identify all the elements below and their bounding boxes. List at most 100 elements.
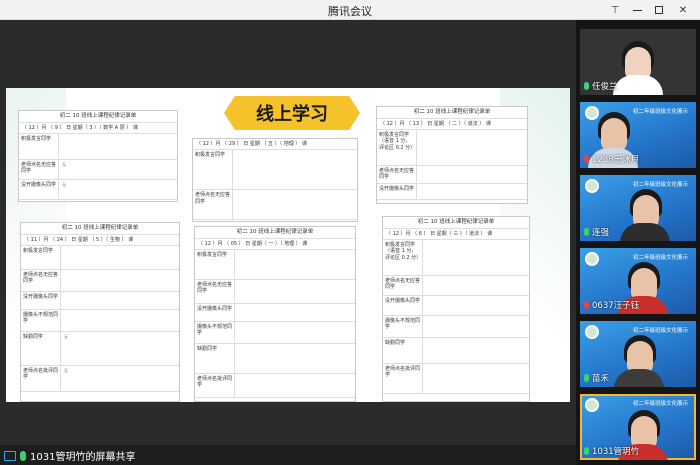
minimize-icon <box>632 9 642 11</box>
microphone-muted-icon <box>584 301 589 309</box>
form-row: 老师点名无应答同学 <box>193 190 357 221</box>
form-row-label: 积极发言同学（语音 1 分，评论区 0.2 分） <box>383 240 423 276</box>
form-row-label: 老师点名无应答同学 <box>21 270 61 292</box>
form-row-label: 老师点名无应答同学 <box>377 166 417 184</box>
form-row-label: 老师点名批评同学 <box>21 366 61 392</box>
form-row: 积极发言同学 <box>19 134 177 161</box>
form-row-label: 积极发言同学 <box>195 250 235 280</box>
maximize-button[interactable] <box>648 0 670 20</box>
form-row: 老师点名无应答同学 <box>195 280 355 305</box>
form-header: （ 11 ）月 （ 24 ） 日 星期 （ 5 ）（ 生物 ） 课 <box>21 235 179 247</box>
form-row-value <box>235 304 355 321</box>
form-row-value <box>423 296 529 315</box>
form-row: 缺勤同学无 <box>21 332 179 367</box>
participant-name: 0637汪子钰 <box>584 299 639 311</box>
form-row-value: 无 <box>62 162 66 168</box>
form-row: 没开摄像头同学无 <box>19 180 177 201</box>
screen-share-indicator[interactable]: 1031管玥竹的屏幕共享 <box>4 448 135 463</box>
form-row-label: 摄像头不规范同学 <box>21 310 61 332</box>
form-row-value <box>61 246 179 269</box>
microphone-icon <box>584 374 589 382</box>
form-row-label: 没开摄像头同学 <box>383 296 423 316</box>
form-row: 摄像头不规范同学 <box>21 310 179 333</box>
form-header: （ 12 ）月 （ 13 ） 日 星期 （ 二 ）（ 道法 ） 课 <box>377 119 527 131</box>
form-row-label: 积极发言同学 <box>193 150 233 190</box>
form-row: 缺勤同学 <box>383 338 529 365</box>
microphone-icon <box>584 447 589 455</box>
form-row: 没开摄像头同学 <box>21 292 179 311</box>
form-row-label: 没开摄像头同学 <box>377 184 417 200</box>
form-row-value: 无 <box>62 182 66 188</box>
screen-share-label: 1031管玥竹的屏幕共享 <box>30 452 136 463</box>
form-row: 积极发言同学 <box>195 250 355 281</box>
form-row: 积极发言同学 <box>21 246 179 271</box>
form-header: （ 12 ）月 （ 29 ） 日 星期 （ 五 ）（ 地理 ） 课 <box>193 139 357 151</box>
form-row: 老师点名批评同学 <box>195 374 355 399</box>
form-row: 缺勤同学 <box>195 344 355 375</box>
form-row-value <box>233 190 357 219</box>
form-title: 初二 10 班线上课程纪律记录单 <box>21 223 179 235</box>
form-row-label: 没开摄像头同学 <box>19 180 59 200</box>
participant-tile[interactable]: 初二年级班级文化展示 1238王沐月 <box>580 102 696 168</box>
participant-tile[interactable]: 初二年级班级文化展示 0637汪子钰 <box>580 248 696 314</box>
window-title: 腾讯会议 <box>328 5 372 18</box>
form-row-value <box>59 134 177 159</box>
avatar <box>620 223 670 241</box>
avatar <box>601 118 627 152</box>
form-header: （ 12 ）月 （ 9 ） 日 星期（ 3 ）（ 数学 A 层 ） 课 <box>19 123 177 135</box>
form-row: 老师点名批评同学无 <box>21 366 179 393</box>
form-row-value <box>423 276 529 295</box>
form-title: 初二 10 班线上课程纪律记录单 <box>195 227 355 239</box>
form-header: （ 12 ）月 （ 05 ） 日 星期（ 一 ）（ 地理 ） 课 <box>195 239 355 251</box>
participant-gallery: 任俊兰 初二年级班级文化展示 1238王沐月 初二年级班级文化展示 连强 初二年… <box>576 20 700 465</box>
form-row: 没开摄像头同学 <box>377 184 527 201</box>
form-row-value <box>423 240 529 275</box>
form-row-value <box>61 310 179 331</box>
avatar <box>614 369 664 387</box>
form-title: 初二 10 班线上课程纪律记录单 <box>383 217 529 229</box>
form-row-value <box>61 292 179 309</box>
participant-tile[interactable]: 任俊兰 <box>580 29 696 95</box>
participant-name: 任俊兰 <box>584 80 618 92</box>
shared-document[interactable]: 线上学习 初二 10 班线上课程纪律记录单 （ 12 ）月 （ 9 ） 日 星期… <box>6 88 570 402</box>
form-row-value: 无 <box>64 334 68 340</box>
participant-tile[interactable]: 初二年级班级文化展示 苗禾 <box>580 321 696 387</box>
participant-tile-active[interactable]: 初二年级班级文化展示 1031管玥竹 <box>580 394 696 460</box>
form-row: 积极发言同学（语音 1 分，评论区 0.2 分） <box>377 130 527 167</box>
form-row-value <box>423 338 529 363</box>
form-row-label: 摄像头不规范同学 <box>383 316 423 338</box>
form-row: 老师点名批评同学 <box>383 364 529 395</box>
form-row-value: 无 <box>64 368 68 374</box>
form-row-label: 摄像头不规范同学 <box>195 322 235 344</box>
microphone-icon <box>584 228 589 236</box>
form-row-value <box>233 150 357 189</box>
slide-banner: 线上学习 <box>224 96 360 130</box>
form-row-label: 老师点名批评同学 <box>383 364 423 394</box>
microphone-icon <box>20 450 26 461</box>
participant-name: 苗禾 <box>584 372 609 384</box>
form-row-label: 没开摄像头同学 <box>21 292 61 310</box>
pin-icon[interactable]: ⊤ <box>604 0 626 20</box>
microphone-icon <box>584 82 589 90</box>
form-row-value <box>61 270 179 291</box>
form-row: 摄像头不规范同学 <box>383 316 529 339</box>
form-row-label: 缺勤同学 <box>21 332 61 366</box>
form-row-value <box>417 166 527 183</box>
avatar <box>613 75 663 95</box>
form-row-label: 缺勤同学 <box>195 344 235 374</box>
form-row-value <box>235 280 355 303</box>
form-title: 初二 10 班线上课程纪律记录单 <box>19 111 177 123</box>
close-button[interactable]: ✕ <box>672 0 694 20</box>
participant-tile[interactable]: 初二年级班级文化展示 连强 <box>580 175 696 241</box>
minimize-button[interactable] <box>626 0 648 20</box>
record-form: 初二 10 班线上课程纪律记录单 （ 12 ）月 （ 6 ） 日 星期（ 三 ）… <box>382 216 530 402</box>
participant-name: 1031管玥竹 <box>584 445 639 457</box>
form-row-label: 积极发言同学 <box>21 246 61 270</box>
form-row: 老师点名无应答同学 <box>383 276 529 297</box>
form-row-label: 老师点名无应答同学 <box>193 190 233 220</box>
record-form: 初二 10 班线上课程纪律记录单 （ 12 ）月 （ 05 ） 日 星期（ 一 … <box>194 226 356 402</box>
record-form: （ 12 ）月 （ 29 ） 日 星期 （ 五 ）（ 地理 ） 课 积极发言同学… <box>192 138 358 222</box>
form-row-value <box>423 316 529 337</box>
form-row: 老师点名无应答同学 <box>21 270 179 293</box>
record-form: 初二 10 班线上课程纪律记录单 （ 11 ）月 （ 24 ） 日 星期 （ 5… <box>20 222 180 402</box>
